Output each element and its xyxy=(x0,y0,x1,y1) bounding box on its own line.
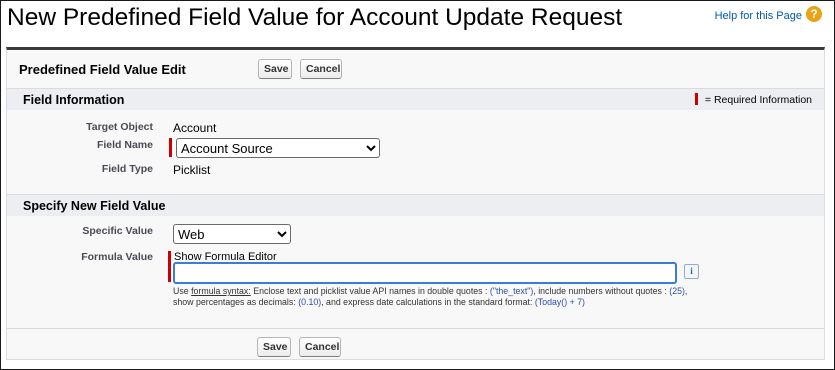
formula-syntax-link[interactable]: formula syntax: xyxy=(191,286,251,296)
field-name-select[interactable]: Account Source xyxy=(176,138,380,158)
section-title: Specify New Field Value xyxy=(23,199,166,213)
help-example-text: ("the_text") xyxy=(489,286,534,296)
page-title: New Predefined Field Value for Account U… xyxy=(7,4,623,31)
section-title: Field Information xyxy=(23,93,125,107)
required-indicator xyxy=(169,138,172,157)
help-example-percent: (0.10) xyxy=(298,297,322,307)
footer-cancel-button[interactable]: Cancel xyxy=(299,337,341,357)
specific-value-label: Specific Value xyxy=(82,225,153,237)
required-indicator xyxy=(168,251,171,282)
specific-value-select[interactable]: Web xyxy=(173,224,291,244)
cancel-button[interactable]: Cancel xyxy=(300,59,342,79)
field-name-label: Field Name xyxy=(96,139,153,151)
formula-value-label: Formula Value xyxy=(81,251,153,263)
field-type-value: Picklist xyxy=(173,163,211,177)
help-icon[interactable]: ? xyxy=(806,6,822,22)
footer-save-button[interactable]: Save xyxy=(257,337,291,357)
required-legend: = Required Information xyxy=(694,93,812,106)
help-part2: , include numbers without quotes : xyxy=(533,286,667,296)
required-marker xyxy=(694,93,698,105)
target-object-value: Account xyxy=(173,121,217,135)
field-type-label: Field Type xyxy=(101,163,153,175)
formula-help-text: Use formula syntax: Enclose text and pic… xyxy=(173,286,701,308)
save-button[interactable]: Save xyxy=(258,59,292,79)
help-use: Use xyxy=(173,286,189,296)
edit-panel: Predefined Field Value Edit Save Cancel … xyxy=(6,47,825,360)
help-example-number: (25) xyxy=(669,286,685,296)
new-field-value-header: Specify New Field Value xyxy=(7,194,824,216)
required-legend-text: = Required Information xyxy=(704,94,812,106)
help-part1: Enclose text and picklist value API name… xyxy=(253,286,488,296)
footer-divider xyxy=(7,328,824,329)
formula-value-input[interactable] xyxy=(173,262,677,284)
target-object-label: Target Object xyxy=(86,121,153,133)
field-information-header: Field Information = Required Information xyxy=(7,88,824,110)
help-example-date: (Today() + 7) xyxy=(534,297,585,307)
help-link[interactable]: Help for this Page xyxy=(715,10,802,22)
help-part4: , and express date calculations in the s… xyxy=(321,297,533,307)
panel-title: Predefined Field Value Edit xyxy=(19,62,186,77)
info-icon[interactable]: i xyxy=(684,264,699,279)
